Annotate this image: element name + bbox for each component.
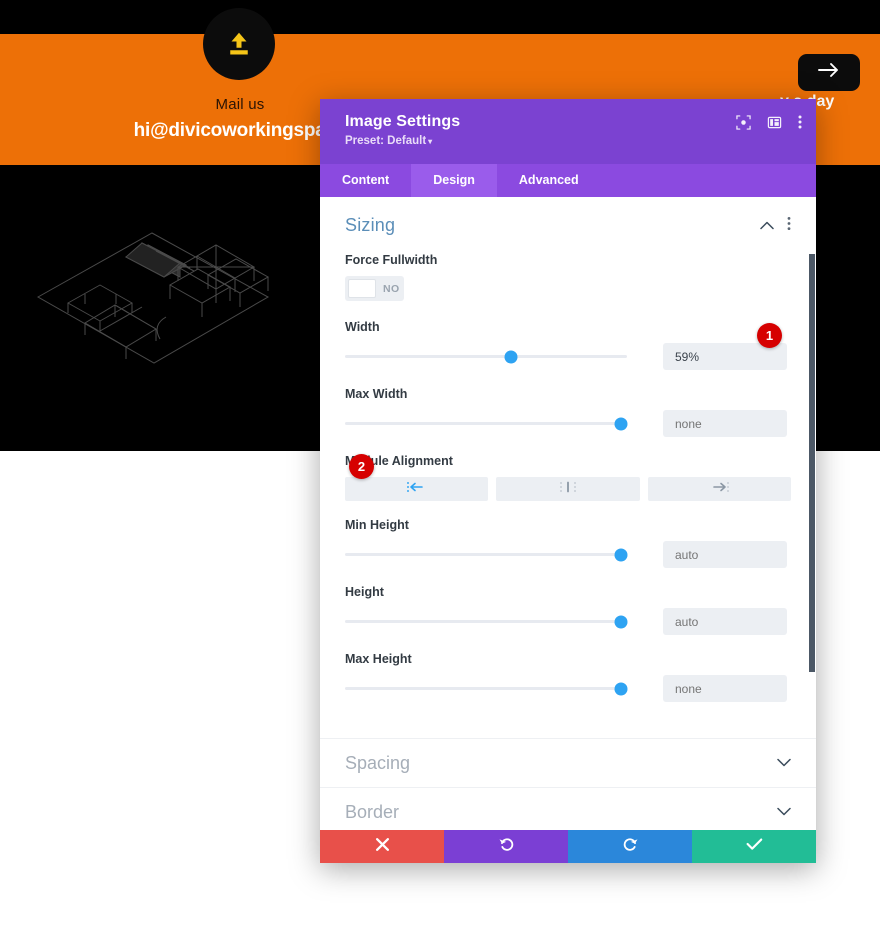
undo-icon — [498, 836, 515, 858]
force-fullwidth-toggle[interactable]: NO — [345, 276, 404, 301]
chevron-up-icon[interactable] — [760, 217, 774, 235]
layout-panel-icon[interactable] — [767, 115, 782, 135]
module-alignment-field: Module Alignment 2 — [345, 454, 791, 501]
min-height-slider-handle[interactable] — [614, 548, 628, 561]
width-field: Width 1 — [345, 320, 791, 370]
tab-content[interactable]: Content — [320, 164, 411, 197]
panel-scrollbar-thumb[interactable] — [809, 254, 815, 672]
align-left-icon — [406, 480, 428, 498]
sizing-section: Sizing Force Fullwidth NO Width 59% 1 Ma… — [320, 197, 816, 712]
height-label: Height — [345, 585, 384, 599]
align-right-icon — [708, 480, 730, 498]
min-height-input[interactable] — [663, 541, 787, 568]
min-height-slider-track — [345, 553, 627, 556]
height-slider-track — [345, 620, 627, 623]
section-spacing[interactable]: Spacing — [320, 738, 816, 787]
chevron-down-icon: ▾ — [428, 137, 433, 146]
module-alignment-label: Module Alignment — [345, 454, 453, 468]
max-height-slider-handle[interactable] — [614, 682, 628, 695]
annotation-badge-1: 1 — [757, 323, 782, 348]
next-arrow-button[interactable] — [798, 54, 860, 91]
max-height-label: Max Height — [345, 652, 412, 666]
sizing-section-title: Sizing — [345, 215, 396, 235]
chevron-down-icon — [777, 803, 791, 821]
check-icon — [746, 837, 763, 856]
close-icon — [375, 837, 390, 857]
force-fullwidth-value: NO — [383, 282, 400, 295]
force-fullwidth-field: Force Fullwidth NO — [345, 253, 791, 303]
save-button[interactable] — [692, 830, 816, 863]
align-left-button[interactable] — [345, 477, 489, 501]
arrow-right-icon — [817, 61, 841, 84]
max-width-input[interactable] — [663, 410, 787, 437]
modal-tabs: Content Design Advanced — [320, 164, 816, 197]
tab-advanced[interactable]: Advanced — [497, 164, 601, 197]
image-settings-modal: Image Settings Preset: Default ▾ Content… — [320, 99, 816, 863]
collapsed-sections: Spacing Border Box Shadow — [320, 738, 816, 830]
upload-icon — [224, 29, 254, 59]
max-height-field: Max Height — [345, 652, 791, 702]
max-width-label: Max Width — [345, 387, 408, 401]
undo-button[interactable] — [444, 830, 568, 863]
upload-icon-badge — [203, 8, 275, 80]
height-field: Height — [345, 585, 791, 635]
width-slider[interactable] — [345, 347, 627, 367]
section-border[interactable]: Border — [320, 787, 816, 830]
width-slider-track — [345, 355, 627, 358]
align-center-icon — [557, 480, 579, 498]
modal-header-icons — [736, 114, 802, 135]
max-width-slider[interactable] — [345, 414, 628, 434]
max-width-slider-track — [345, 422, 627, 425]
modal-body: Sizing Force Fullwidth NO Width 59% 1 Ma… — [320, 197, 816, 830]
max-height-input[interactable] — [663, 675, 787, 702]
module-alignment-group — [345, 477, 791, 501]
min-height-label: Min Height — [345, 518, 409, 532]
cancel-button[interactable] — [320, 830, 444, 863]
max-width-slider-handle[interactable] — [614, 417, 628, 430]
height-slider-handle[interactable] — [614, 615, 628, 628]
section-border-label: Border — [345, 801, 400, 822]
width-slider-handle[interactable] — [504, 350, 518, 363]
panel-scrollbar[interactable] — [809, 197, 816, 830]
max-height-slider[interactable] — [345, 679, 628, 699]
annotation-badge-2: 2 — [349, 454, 374, 479]
align-right-button[interactable] — [647, 477, 791, 501]
more-vertical-icon[interactable] — [787, 216, 791, 236]
sizing-section-header[interactable]: Sizing — [345, 215, 791, 236]
width-label: Width — [345, 320, 380, 334]
preset-selector[interactable]: Preset: Default ▾ — [345, 135, 800, 147]
more-vertical-icon[interactable] — [798, 114, 802, 135]
height-input[interactable] — [663, 608, 787, 635]
section-spacing-label: Spacing — [345, 752, 411, 773]
min-height-field: Min Height — [345, 518, 791, 568]
max-width-field: Max Width — [345, 387, 791, 437]
isometric-floorplan-illustration — [30, 215, 280, 385]
focus-target-icon[interactable] — [736, 114, 751, 135]
redo-icon — [622, 836, 639, 858]
force-fullwidth-label: Force Fullwidth — [345, 253, 438, 267]
chevron-down-icon — [777, 754, 791, 772]
preset-label: Preset: Default — [345, 135, 427, 147]
toggle-knob — [348, 279, 376, 298]
tab-design[interactable]: Design — [411, 164, 497, 197]
modal-footer — [320, 830, 816, 863]
modal-title: Image Settings — [345, 113, 461, 130]
settings-scroll-area: Sizing Force Fullwidth NO Width 59% 1 Ma… — [320, 197, 816, 830]
align-center-button[interactable] — [496, 477, 640, 501]
height-slider[interactable] — [345, 612, 628, 632]
modal-header: Image Settings Preset: Default ▾ — [320, 99, 816, 164]
page-root: Mail us hi@divicoworkingspace y a day — [0, 0, 880, 928]
redo-button[interactable] — [568, 830, 692, 863]
max-height-slider-track — [345, 687, 627, 690]
min-height-slider[interactable] — [345, 545, 628, 565]
site-top-black-bar — [0, 0, 880, 34]
